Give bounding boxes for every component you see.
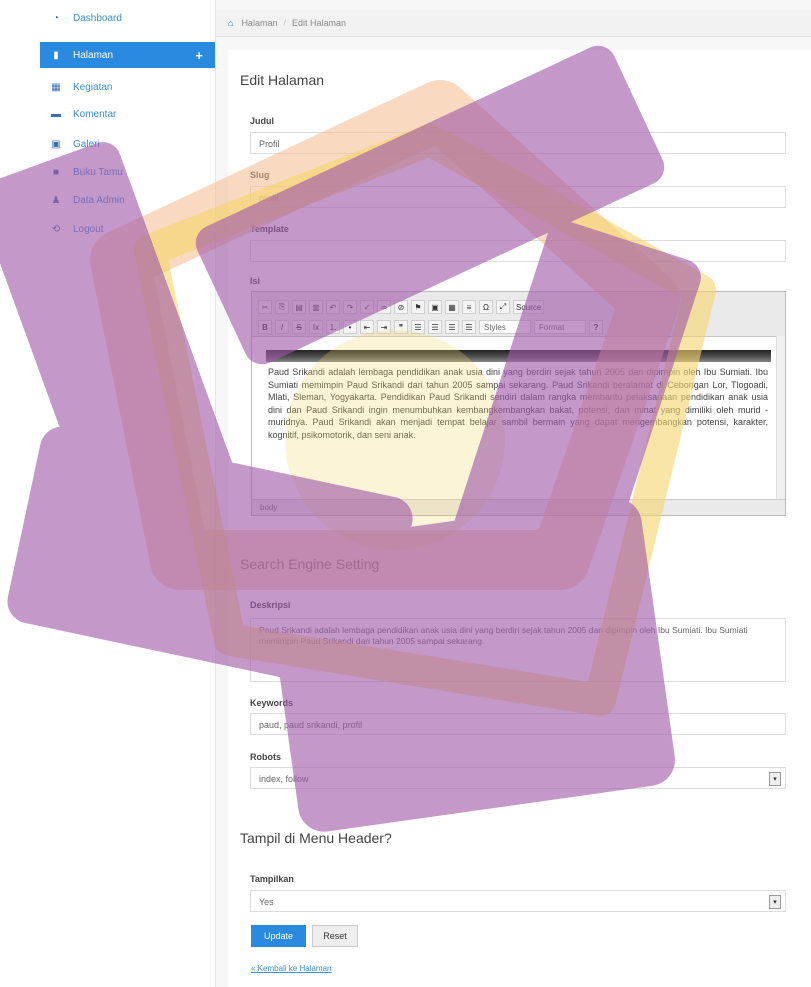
chevron-down-icon: ▾ <box>769 772 781 786</box>
page-title: Edit Halaman <box>240 72 325 88</box>
breadcrumb-item-current: Edit Halaman <box>291 18 347 28</box>
sidebar-item-dashboard[interactable]: ◔ Dashboard <box>40 5 215 31</box>
menu-title: Tampil di Menu Header? <box>240 830 392 846</box>
breadcrumb-item[interactable]: Halaman <box>241 18 277 28</box>
seo-title: Search Engine Setting <box>240 556 380 572</box>
robots-select[interactable]: index, follow ▾ <box>250 767 786 789</box>
sidebar-item-logout[interactable]: ⟲ Logout <box>40 216 215 242</box>
sidebar-item-data-admin[interactable]: ♟ Data Admin <box>40 187 215 213</box>
home-icon[interactable]: ⌂ <box>228 18 233 28</box>
numbered-list-icon[interactable]: ⒈ <box>326 320 340 334</box>
anchor-icon[interactable]: ⚑ <box>411 300 425 314</box>
tampilkan-label: Tampilkan <box>250 874 294 884</box>
sidebar-item-buku-tamu[interactable]: ■ Buku Tamu <box>40 159 215 185</box>
update-button[interactable]: Update <box>251 925 306 947</box>
paste-icon[interactable]: ▤ <box>292 300 306 314</box>
judul-label: Judul <box>250 116 274 126</box>
undo-icon[interactable]: ↶ <box>326 300 340 314</box>
slug-input[interactable]: profil <box>250 186 786 208</box>
redo-icon[interactable]: ↷ <box>343 300 357 314</box>
outdent-icon[interactable]: ⇤ <box>360 320 374 334</box>
align-right-icon[interactable]: ☰ <box>445 320 459 334</box>
logout-icon: ⟲ <box>51 223 61 235</box>
keywords-label: Keywords <box>250 698 294 708</box>
reset-button[interactable]: Reset <box>312 925 358 947</box>
align-center-icon[interactable]: ☰ <box>428 320 442 334</box>
special-char-icon[interactable]: Ω <box>479 300 493 314</box>
image-icon: ▣ <box>51 138 61 150</box>
calendar-icon: ▦ <box>51 81 61 93</box>
robots-label: Robots <box>250 752 281 762</box>
sidebar-item-label: Halaman <box>73 49 114 61</box>
editor-scrollbar[interactable] <box>776 336 785 500</box>
keywords-input[interactable]: paud, paud srikandi, profil <box>250 713 786 735</box>
paste-text-icon[interactable]: ▥ <box>309 300 323 314</box>
toolbar-row-1: ✂ ⎘ ▤ ▥ ↶ ↷ ✓ ∞ ⊘ ⚑ ▣ ▦ ≡ Ω ⤢ Source <box>258 298 545 316</box>
sidebar-item-label: Logout <box>73 223 104 235</box>
dashboard-icon: ◔ <box>52 12 60 24</box>
rich-text-editor[interactable]: ✂ ⎘ ▤ ▥ ↶ ↷ ✓ ∞ ⊘ ⚑ ▣ ▦ ≡ Ω ⤢ Source B I… <box>251 291 786 516</box>
editor-image <box>266 350 771 362</box>
remove-format-icon[interactable]: Ix <box>309 320 323 334</box>
toolbar-row-2: B I S Ix ⒈ • ⇤ ⇥ ❞ ☰ ☰ ☰ ☰ Styles Format… <box>258 318 603 336</box>
editor-content[interactable]: Paud Srikandi adalah lembaga pendidikan … <box>268 366 768 441</box>
chevron-down-icon: ▾ <box>769 895 781 909</box>
robots-value: index, follow <box>259 774 309 784</box>
styles-select[interactable]: Styles <box>479 320 531 334</box>
table-icon[interactable]: ▦ <box>445 300 459 314</box>
format-select[interactable]: Format <box>534 320 586 334</box>
link-icon[interactable]: ∞ <box>377 300 391 314</box>
back-link[interactable]: « Kembali ke Halaman <box>251 964 331 973</box>
spellcheck-icon[interactable]: ✓ <box>360 300 374 314</box>
breadcrumb-separator: / <box>283 18 286 28</box>
sidebar-item-label: Kegiatan <box>73 81 113 93</box>
bullet-list-icon[interactable]: • <box>343 320 357 334</box>
slug-label: Slug <box>250 170 270 180</box>
template-label: Template <box>250 224 289 234</box>
expand-icon: + <box>195 47 203 63</box>
deskripsi-label: Deskripsi <box>250 600 291 610</box>
sidebar-item-label: Galeri <box>73 138 100 150</box>
sidebar-item-label: Buku Tamu <box>73 166 123 178</box>
comment-icon: ▬ <box>51 108 61 120</box>
tampilkan-value: Yes <box>259 897 274 907</box>
sidebar-item-label: Komentar <box>73 108 117 120</box>
blockquote-icon[interactable]: ❞ <box>394 320 408 334</box>
deskripsi-textarea[interactable]: Paud Srikandi adalah lembaga pendidikan … <box>250 618 786 682</box>
sidebar-item-galeri[interactable]: ▣ Galeri <box>40 131 215 157</box>
sidebar: ◔ Dashboard ▮ Halaman + ▦ Kegiatan ▬ Kom… <box>40 0 216 987</box>
justify-icon[interactable]: ☰ <box>462 320 476 334</box>
copy-icon[interactable]: ⎘ <box>275 300 289 314</box>
file-icon: ▮ <box>53 49 59 61</box>
tampilkan-select[interactable]: Yes ▾ <box>250 890 786 912</box>
hr-icon[interactable]: ≡ <box>462 300 476 314</box>
unlink-icon[interactable]: ⊘ <box>394 300 408 314</box>
template-input[interactable] <box>250 240 786 262</box>
strike-icon[interactable]: S <box>292 320 306 334</box>
bold-icon[interactable]: B <box>258 320 272 334</box>
judul-input[interactable]: Profil <box>250 132 786 154</box>
indent-icon[interactable]: ⇥ <box>377 320 391 334</box>
align-left-icon[interactable]: ☰ <box>411 320 425 334</box>
sidebar-item-komentar[interactable]: ▬ Komentar <box>40 101 215 127</box>
editor-toolbar: ✂ ⎘ ▤ ▥ ↶ ↷ ✓ ∞ ⊘ ⚑ ▣ ▦ ≡ Ω ⤢ Source B I… <box>252 292 785 337</box>
sidebar-item-kegiatan[interactable]: ▦ Kegiatan <box>40 74 215 100</box>
help-icon[interactable]: ? <box>589 320 603 334</box>
source-button[interactable]: Source <box>513 300 545 314</box>
cut-icon[interactable]: ✂ <box>258 300 272 314</box>
sidebar-item-label: Data Admin <box>73 194 125 206</box>
isi-label: Isi <box>250 276 261 286</box>
sidebar-item-label: Dashboard <box>73 12 122 24</box>
breadcrumb: ⌂ Halaman / Edit Halaman <box>216 10 811 37</box>
maximize-icon[interactable]: ⤢ <box>496 300 510 314</box>
user-icon: ♟ <box>51 194 61 206</box>
sidebar-item-halaman[interactable]: ▮ Halaman + <box>40 42 215 68</box>
italic-icon[interactable]: I <box>275 320 289 334</box>
image-insert-icon[interactable]: ▣ <box>428 300 442 314</box>
book-icon: ■ <box>52 166 60 178</box>
editor-path-bar: body <box>252 499 785 515</box>
